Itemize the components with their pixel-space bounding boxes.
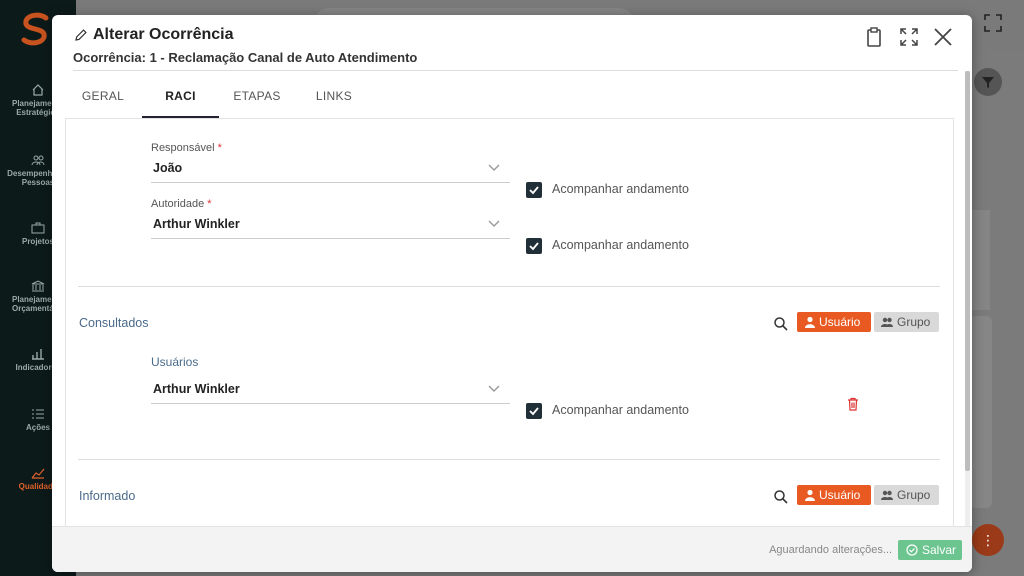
people-icon	[31, 155, 45, 166]
more-vertical-icon: ⋮	[981, 532, 995, 548]
informado-add-group-button[interactable]: Grupo	[874, 485, 939, 505]
sidebar-item-label: Ações	[25, 423, 50, 432]
filter-button[interactable]	[974, 68, 1002, 96]
tab-raci[interactable]: RACI	[142, 87, 219, 118]
check-circle-icon	[906, 544, 918, 556]
close-button[interactable]	[931, 25, 955, 49]
alterar-ocorrencia-modal: Alterar Ocorrência Ocorrência: 1 - Recla…	[52, 15, 972, 572]
trend-icon	[31, 468, 45, 479]
autoridade-select[interactable]: Arthur Winkler	[151, 211, 510, 239]
modal-title: Alterar Ocorrência	[93, 26, 234, 43]
user-icon	[805, 316, 815, 328]
autoridade-follow-checkbox[interactable]	[526, 238, 542, 254]
tab-etapas[interactable]: ETAPAS	[221, 87, 293, 118]
save-status: Aguardando alterações...	[769, 544, 892, 556]
scrollbar-thumb[interactable]	[965, 71, 970, 471]
check-icon	[529, 407, 539, 416]
responsavel-value: João	[153, 161, 183, 175]
responsavel-select[interactable]: João	[151, 155, 510, 183]
briefcase-icon	[31, 222, 45, 234]
consultado-follow-label: Acompanhar andamento	[552, 403, 689, 417]
more-actions-button[interactable]: ⋮	[972, 524, 1004, 556]
autoridade-follow-label: Acompanhar andamento	[552, 238, 689, 252]
users-group-icon	[881, 317, 893, 327]
chevron-down-icon	[488, 385, 500, 392]
modal-header: Alterar Ocorrência Ocorrência: 1 - Recla…	[52, 15, 972, 71]
section-divider	[78, 286, 940, 287]
check-icon	[529, 242, 539, 251]
fullscreen-icon[interactable]	[984, 14, 1002, 32]
remove-consultado-button[interactable]	[847, 397, 859, 411]
pencil-icon	[75, 29, 87, 41]
tab-geral[interactable]: GERAL	[66, 87, 140, 118]
chevron-down-icon	[488, 164, 500, 171]
close-icon	[934, 28, 952, 46]
consultado-user-value: Arthur Winkler	[153, 382, 240, 396]
responsavel-follow-label: Acompanhar andamento	[552, 182, 689, 196]
check-icon	[529, 186, 539, 195]
search-icon	[774, 317, 788, 331]
bank-icon	[31, 280, 45, 292]
filter-icon	[982, 77, 994, 88]
sidebar-item-label: Projetos	[21, 237, 54, 246]
maximize-icon	[900, 28, 918, 46]
responsavel-label: Responsável *	[151, 142, 222, 154]
clipboard-button[interactable]	[862, 25, 886, 49]
maximize-button[interactable]	[897, 25, 921, 49]
raci-content: Responsável * João Acompanhar andamento A…	[65, 118, 954, 526]
search-icon	[774, 490, 788, 504]
consultados-add-group-button[interactable]: Grupo	[874, 312, 939, 332]
consultados-users-label: Usuários	[151, 355, 199, 369]
list-icon	[32, 409, 44, 419]
header-divider	[73, 70, 958, 71]
consultado-follow-checkbox[interactable]	[526, 403, 542, 419]
users-group-icon	[881, 490, 893, 500]
clipboard-icon	[867, 27, 881, 47]
informado-add-user-button[interactable]: Usuário	[797, 485, 871, 505]
tab-links[interactable]: LINKS	[296, 87, 372, 118]
autoridade-label: Autoridade *	[151, 198, 212, 210]
background-list	[970, 316, 992, 508]
consultados-search-button[interactable]	[773, 316, 789, 332]
home-icon	[32, 84, 44, 96]
app-logo	[21, 12, 49, 46]
informado-title: Informado	[79, 489, 136, 503]
consultado-user-select[interactable]: Arthur Winkler	[151, 376, 510, 404]
user-icon	[805, 489, 815, 501]
autoridade-value: Arthur Winkler	[153, 217, 240, 231]
trash-icon	[848, 397, 858, 411]
responsavel-follow-checkbox[interactable]	[526, 182, 542, 198]
informado-search-button[interactable]	[773, 489, 789, 505]
consultados-title: Consultados	[79, 316, 149, 330]
chart-icon	[32, 349, 44, 360]
modal-subtitle: Ocorrência: 1 - Reclamação Canal de Auto…	[73, 50, 418, 65]
chevron-down-icon	[488, 220, 500, 227]
save-button[interactable]: Salvar	[898, 540, 962, 560]
consultados-add-user-button[interactable]: Usuário	[797, 312, 871, 332]
modal-footer: Aguardando alterações... Salvar	[52, 526, 972, 572]
section-divider	[78, 459, 940, 460]
